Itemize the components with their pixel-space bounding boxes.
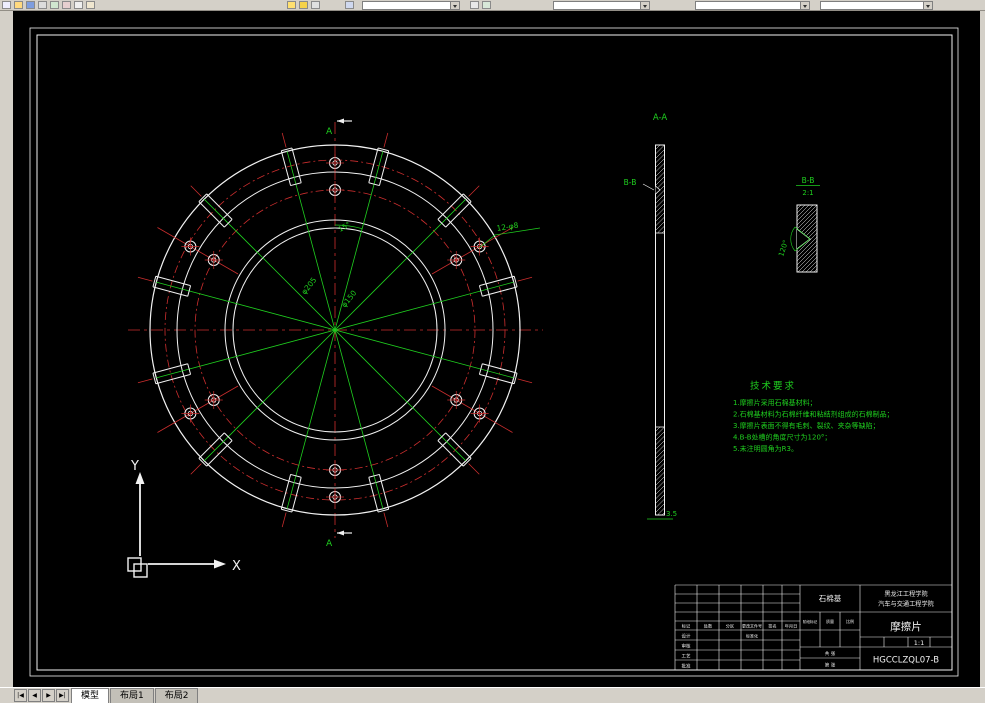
tech-item: 4.B-B处槽的角度尺寸为120°； [733, 433, 831, 442]
properties-icon[interactable] [345, 1, 354, 9]
cut-icon[interactable] [62, 1, 71, 9]
tb-school-line2: 汽车与交通工程学院 [878, 600, 934, 608]
section-marker-top: A [326, 127, 333, 137]
layout-tab-bar: |◀ ◀ ▶ ▶| 模型 布局1 布局2 [0, 687, 985, 703]
tb-part-name: 摩擦片 [890, 620, 922, 633]
tech-item: 2.石棉基材料为石棉纤维和粘结剂组成的石棉制品； [733, 410, 894, 419]
top-toolbar [0, 0, 985, 11]
tb-label-approve: 批准 [682, 663, 691, 670]
color-swatch-icon[interactable] [287, 1, 296, 9]
tb-label-ratio: 比例 [846, 618, 854, 624]
tech-item: 1.摩擦片采用石棉基材料； [733, 398, 817, 407]
detail-title: B-B [802, 176, 815, 185]
tab-model[interactable]: 模型 [71, 688, 110, 703]
tb-label-design: 设计 [682, 633, 691, 640]
tab-layout2[interactable]: 布局2 [154, 688, 199, 703]
open-file-icon[interactable] [14, 1, 23, 9]
lineweight-combo[interactable] [820, 1, 933, 10]
section-marker-bottom: A [326, 539, 333, 549]
detail-scale: 2:1 [802, 189, 813, 197]
layers-icon[interactable] [311, 1, 320, 9]
cad-viewport: 15° φ205 φ150 12-φ8 A A A-A B-B 3.5 B-B [13, 11, 980, 687]
tech-item: 3.摩擦片表面不得有毛刺、裂纹、夹杂等缺陷； [733, 421, 880, 430]
bb-cut-label: B-B [624, 178, 637, 187]
ucs-x-label: X [232, 559, 241, 574]
match-icon[interactable] [470, 1, 479, 9]
tab-nav-next-button[interactable]: ▶ [42, 689, 55, 702]
tech-title: 技术要求 [750, 380, 796, 392]
linetype-combo[interactable] [695, 1, 810, 10]
tb-label-total: 共 张 [825, 650, 836, 657]
tb-material: 石棉基 [819, 593, 842, 603]
chevron-down-icon[interactable] [800, 2, 809, 9]
chevron-down-icon[interactable] [923, 2, 932, 9]
tech-item: 5.未注明圆角为R3。 [733, 444, 798, 453]
tab-nav-last-button[interactable]: ▶| [56, 689, 69, 702]
tb-label-page: 第 张 [825, 662, 836, 669]
color-combo[interactable] [553, 1, 650, 10]
tb-label-file: 更改文件号 [742, 623, 762, 629]
tab-layout1[interactable]: 布局1 [110, 688, 154, 703]
tb-label-sign: 签名 [768, 623, 776, 630]
section-view-title: A-A [653, 113, 668, 123]
paste-icon[interactable] [86, 1, 95, 9]
tb-label-zone: 分区 [726, 623, 734, 630]
preview-icon[interactable] [50, 1, 59, 9]
tb-label-date: 年月日 [785, 623, 798, 630]
print-icon[interactable] [38, 1, 47, 9]
tb-label-mass: 质量 [826, 618, 834, 624]
tab-nav-prev-button[interactable]: ◀ [28, 689, 41, 702]
tb-label-mark: 标记 [682, 623, 691, 630]
tb-label-stage: 阶段标记 [803, 619, 818, 624]
linetype-icon[interactable] [299, 1, 308, 9]
tb-label-craft: 工艺 [682, 654, 691, 660]
new-file-icon[interactable] [2, 1, 11, 9]
help-icon[interactable] [482, 1, 491, 9]
chevron-down-icon[interactable] [450, 2, 459, 9]
save-icon[interactable] [26, 1, 35, 9]
tb-label-std: 标准化 [746, 633, 758, 639]
tb-label-count: 处数 [704, 623, 713, 630]
tb-drawing-number: HGCCLZQL07-B [873, 656, 939, 666]
thickness-dim-label: 3.5 [666, 510, 677, 518]
tab-nav-first-button[interactable]: |◀ [14, 689, 27, 702]
tb-label-check: 审核 [682, 643, 691, 650]
tb-scale-value: 1:1 [914, 639, 924, 647]
ucs-y-label: Y [130, 459, 139, 474]
copy-icon[interactable] [74, 1, 83, 9]
tb-school-line1: 黑龙江工程学院 [884, 590, 927, 598]
chevron-down-icon[interactable] [640, 2, 649, 9]
layer-combo[interactable] [362, 1, 460, 10]
drawing-canvas[interactable] [13, 11, 980, 687]
